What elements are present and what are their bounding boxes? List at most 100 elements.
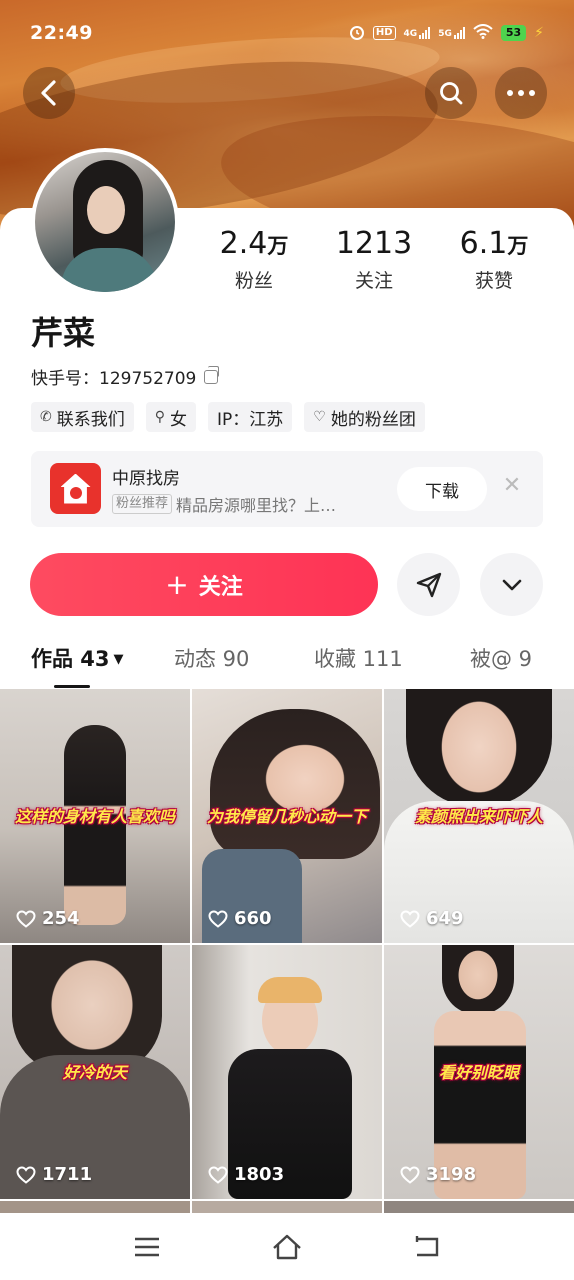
status-time: 22:49 — [30, 22, 93, 44]
profile-tags: ✆ 联系我们 ⚲ 女 IP：江苏 ♡ 她的粉丝团 — [31, 402, 425, 432]
follow-button[interactable]: + 关注 — [30, 553, 378, 616]
tag-gender: ⚲ 女 — [145, 402, 196, 432]
video-card[interactable]: 素颜照出来吓吓人 649 — [384, 689, 574, 943]
video-card[interactable]: 为我停留几秒心动一下 660 — [192, 689, 382, 943]
stat-value: 6.1万 — [434, 226, 554, 264]
video-card[interactable]: 看好别眨眼 3198 — [384, 945, 574, 1199]
video-caption: 好冷的天 — [62, 1063, 127, 1082]
stat-following[interactable]: 1213 关注 — [314, 226, 434, 293]
tab-moments[interactable]: 动态 90 — [174, 643, 249, 673]
chevron-down-icon — [502, 579, 521, 590]
tag-label: 女 — [170, 409, 187, 430]
stat-fans[interactable]: 2.4万 粉丝 — [194, 226, 314, 293]
tag-contact[interactable]: ✆ 联系我们 — [31, 402, 134, 432]
video-likes: 1803 — [208, 1164, 284, 1185]
video-card[interactable] — [384, 1201, 574, 1213]
ad-subtitle: 精品房源哪里找？上… — [176, 496, 337, 515]
video-card[interactable]: 好冷的天 1711 — [0, 945, 190, 1199]
search-icon — [440, 82, 463, 105]
tab-active-indicator — [54, 685, 90, 688]
like-count: 649 — [426, 908, 464, 929]
content-tabs: 作品 43 ▼ 动态 90 收藏 111 被@ 9 — [0, 637, 574, 689]
status-bar: 22:49 HD 4G 5G 53 ⚡ — [0, 0, 574, 66]
menu-button[interactable] — [127, 1227, 167, 1267]
back-button[interactable] — [23, 67, 75, 119]
stat-value: 1213 — [314, 226, 434, 264]
video-caption: 看好别眨眼 — [438, 1063, 519, 1082]
tab-label: 作品 43 — [31, 647, 110, 671]
more-horizontal-icon — [507, 90, 535, 96]
heart-icon — [208, 909, 228, 928]
stat-label: 粉丝 — [234, 270, 273, 292]
stat-unit: 万 — [507, 234, 529, 258]
heart-icon — [208, 1165, 228, 1184]
battery-indicator: 53 — [500, 25, 527, 41]
share-button[interactable] — [397, 553, 460, 616]
phone-icon: ✆ — [40, 409, 52, 425]
ad-app-logo — [50, 463, 101, 514]
video-card[interactable]: 这样的身材有人喜欢吗 254 — [0, 689, 190, 943]
charging-icon: ⚡ — [534, 25, 544, 41]
search-button[interactable] — [425, 67, 477, 119]
avatar-image — [35, 152, 175, 292]
stat-number: 6.1 — [459, 226, 508, 261]
video-card[interactable]: 1803 — [192, 945, 382, 1199]
expand-button[interactable] — [480, 553, 543, 616]
stat-number: 1213 — [335, 226, 413, 261]
menu-icon — [135, 1237, 159, 1256]
stat-number: 2.4 — [219, 226, 268, 261]
ad-subtitle-row: 粉丝推荐 精品房源哪里找？上… — [112, 492, 382, 516]
heart-icon — [400, 909, 420, 928]
video-likes: 254 — [16, 908, 80, 929]
avatar[interactable] — [31, 148, 179, 296]
ad-banner[interactable]: 中原找房 粉丝推荐 精品房源哪里找？上… 下载 ✕ — [31, 451, 543, 527]
4g-label: 4G — [403, 29, 418, 39]
follow-label: 关注 — [198, 574, 243, 600]
video-caption: 为我停留几秒心动一下 — [206, 807, 367, 826]
copy-icon[interactable] — [204, 365, 220, 384]
like-count: 3198 — [426, 1164, 477, 1185]
back-nav-button[interactable] — [407, 1227, 447, 1267]
caret-down-icon: ▼ — [113, 652, 124, 667]
tab-works[interactable]: 作品 43 ▼ — [31, 643, 124, 673]
video-card[interactable] — [0, 1201, 190, 1213]
account-id-row: 快手号：129752709 — [31, 364, 220, 389]
tag-label: 她的粉丝团 — [330, 409, 416, 430]
like-count: 1711 — [42, 1164, 93, 1185]
alarm-icon — [349, 24, 365, 43]
4g-signal-icon: 4G — [404, 27, 431, 39]
hd-icon: HD — [372, 26, 396, 40]
more-button[interactable] — [495, 67, 547, 119]
heart-icon — [16, 909, 36, 928]
close-icon[interactable]: ✕ — [501, 475, 523, 497]
chevron-left-icon — [41, 80, 56, 106]
5g-label: 5G — [438, 29, 452, 39]
heart-outline-icon: ♡ — [313, 409, 326, 425]
video-grid: 这样的身材有人喜欢吗 254 为我停留几秒心动一下 660 素颜照出来吓吓人 6… — [0, 689, 574, 1213]
stat-label: 获赞 — [474, 270, 513, 292]
stat-unit: 万 — [267, 234, 289, 258]
tag-ip: IP：江苏 — [208, 402, 293, 432]
home-button[interactable] — [267, 1227, 307, 1267]
ad-title: 中原找房 — [112, 469, 180, 489]
heart-icon — [400, 1165, 420, 1184]
status-icons: HD 4G 5G 53 ⚡ — [349, 24, 544, 43]
video-card[interactable] — [192, 1201, 382, 1213]
tag-label: IP：江苏 — [217, 409, 284, 430]
account-label: 快手号：129752709 — [31, 369, 197, 389]
send-icon — [416, 572, 441, 597]
female-icon: ⚲ — [154, 409, 165, 425]
like-count: 254 — [42, 908, 80, 929]
video-caption: 素颜照出来吓吓人 — [414, 807, 543, 826]
tag-fan-club[interactable]: ♡ 她的粉丝团 — [304, 402, 425, 432]
like-count: 660 — [234, 908, 272, 929]
tab-mentions[interactable]: 被@ 9 — [470, 643, 532, 673]
heart-icon — [16, 1165, 36, 1184]
wifi-icon — [473, 24, 493, 42]
plus-icon: + — [165, 567, 189, 601]
stat-likes[interactable]: 6.1万 获赞 — [434, 226, 554, 293]
ad-download-button[interactable]: 下载 — [397, 467, 487, 511]
tag-label: 联系我们 — [56, 409, 125, 430]
tab-favorites[interactable]: 收藏 111 — [314, 643, 403, 673]
system-nav-bar — [0, 1213, 574, 1280]
